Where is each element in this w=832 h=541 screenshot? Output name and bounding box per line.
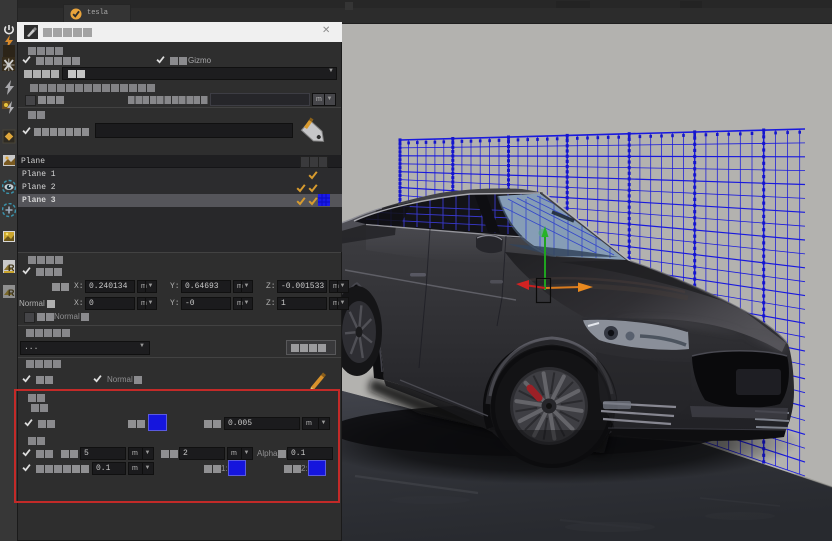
svg-text:R: R <box>8 288 15 298</box>
